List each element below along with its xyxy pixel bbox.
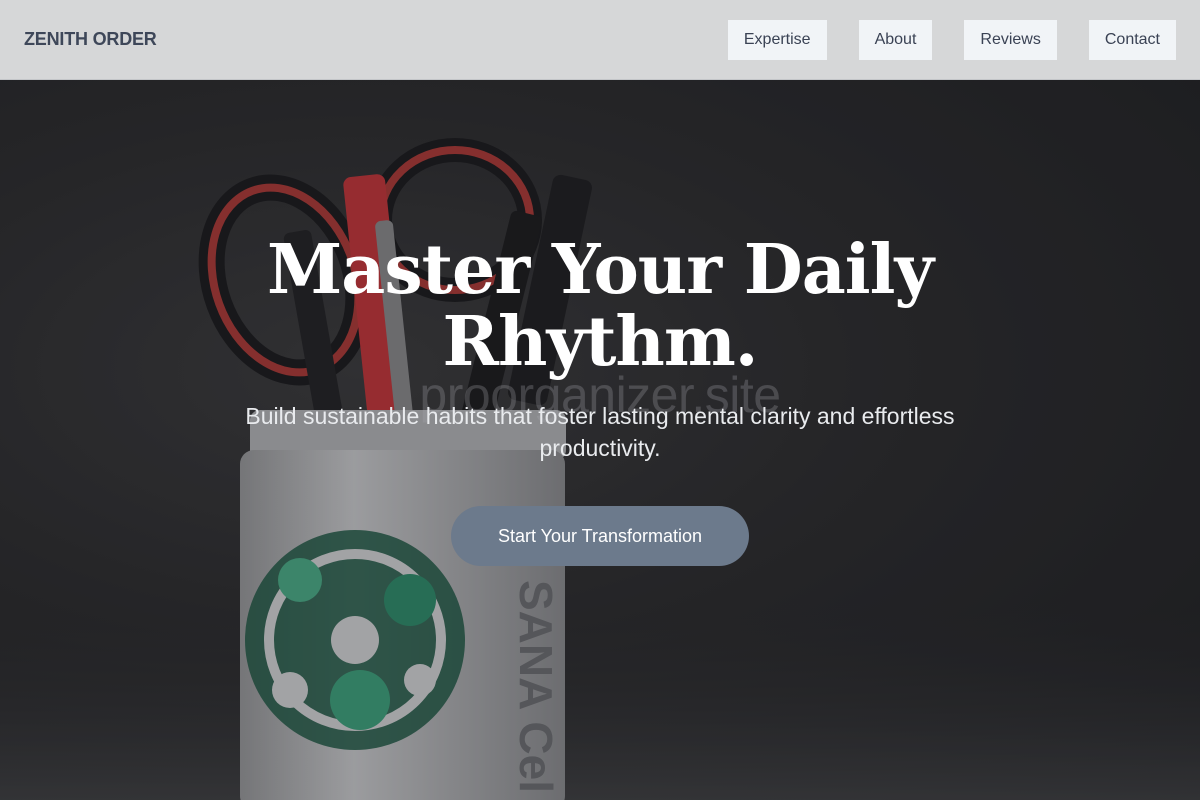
hero-content: Master Your Daily Rhythm. Build sustaina…	[0, 80, 1200, 800]
brand-logo[interactable]: ZENITH ORDER	[24, 29, 157, 50]
nav-link-about[interactable]: About	[858, 19, 933, 60]
nav-link-contact[interactable]: Contact	[1088, 19, 1176, 60]
nav-links: Expertise About Reviews Contact	[727, 19, 1176, 60]
start-transformation-button[interactable]: Start Your Transformation	[451, 506, 749, 566]
nav-link-reviews[interactable]: Reviews	[964, 19, 1057, 60]
hero-title: Master Your Daily Rhythm.	[267, 230, 934, 382]
hero-section: SANA Cel proorganizer.site Master Your D…	[0, 80, 1200, 800]
nav-link-expertise[interactable]: Expertise	[727, 19, 827, 60]
top-navbar: ZENITH ORDER Expertise About Reviews Con…	[0, 0, 1200, 80]
hero-subtitle: Build sustainable habits that foster las…	[245, 403, 955, 461]
